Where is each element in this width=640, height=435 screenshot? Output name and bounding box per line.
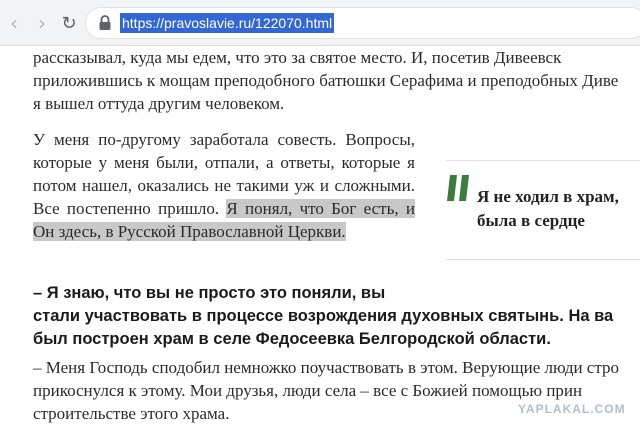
- article-content: рассказывал, куда мы едем, что это за св…: [0, 46, 640, 435]
- intro-line: приложившись к мощам преподобного батюшк…: [33, 71, 619, 90]
- back-icon[interactable]: ‹: [0, 9, 28, 37]
- watermark: YAPLAKAL.COM: [518, 402, 626, 416]
- pull-quote: Я не ходил в храм, была в сердце: [446, 160, 640, 260]
- question-line: – Я знаю, что вы не просто это поняли, в…: [33, 284, 386, 302]
- reload-icon[interactable]: ↻: [55, 9, 83, 37]
- lock-icon[interactable]: [98, 15, 112, 31]
- conscience-paragraph: У меня по-другому заработала совесть. Во…: [33, 128, 415, 243]
- answer-line: прикоснулся к этому. Мои друзья, люди се…: [33, 381, 583, 400]
- intro-line: рассказывал, куда мы едем, что это за св…: [33, 48, 562, 67]
- pull-quote-line: Я не ходил в храм,: [477, 187, 619, 206]
- answer-line: – Меня Господь сподобил немножко поучаст…: [33, 358, 619, 377]
- interview-question: – Я знаю, что вы не просто это поняли, в…: [33, 282, 613, 351]
- intro-paragraph: рассказывал, куда мы едем, что это за св…: [33, 46, 618, 115]
- question-line: стали участвовать в процессе возрождения…: [33, 307, 614, 325]
- url-text[interactable]: https://pravoslavie.ru/122070.html: [120, 13, 335, 33]
- forward-icon[interactable]: ›: [28, 9, 56, 37]
- pull-quote-text: Я не ходил в храм, была в сердце: [477, 185, 619, 233]
- pull-quote-line: была в сердце: [477, 211, 585, 230]
- question-line: был построен храм в селе Федосеевка Белг…: [33, 330, 551, 348]
- address-bar[interactable]: https://pravoslavie.ru/122070.html: [86, 8, 640, 38]
- intro-line: я вышел оттуда другим человеком.: [33, 94, 285, 113]
- browser-toolbar: ‹ › ↻ https://pravoslavie.ru/122070.html: [0, 0, 640, 46]
- quote-mark-icon: [447, 175, 469, 201]
